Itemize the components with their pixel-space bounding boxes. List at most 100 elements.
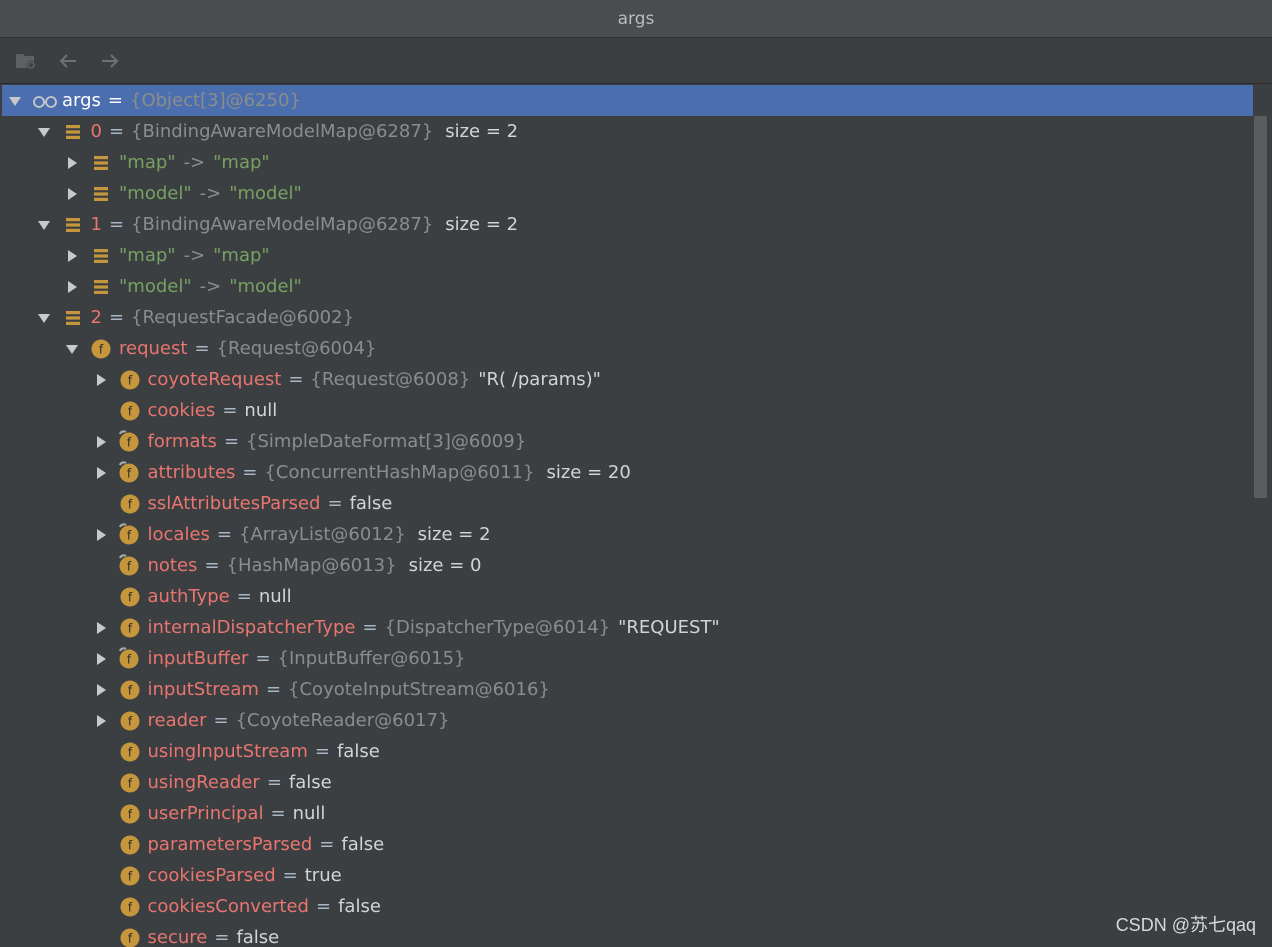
expand-arrow-right-icon[interactable]	[94, 652, 108, 666]
object-reference: {Request@6008}	[310, 369, 471, 390]
tree-row-content: authType = null	[148, 581, 292, 612]
expand-arrow-right-icon[interactable]	[65, 187, 79, 201]
array-icon	[63, 122, 83, 142]
tree-row[interactable]: f authType = null	[2, 581, 1253, 612]
tree-row[interactable]: f inputBuffer = {InputBuffer@6015}	[2, 643, 1253, 674]
expand-arrow-down-icon[interactable]	[37, 125, 51, 139]
tree-row[interactable]: f cookiesConverted = false	[2, 891, 1253, 922]
field-icon: f	[120, 618, 140, 638]
folder-settings-icon[interactable]	[12, 47, 40, 75]
tree-row[interactable]: f parametersParsed = false	[2, 829, 1253, 860]
expand-arrow-right-icon[interactable]	[65, 249, 79, 263]
entry-arrow: ->	[199, 276, 222, 297]
equals-sign: =	[204, 555, 220, 576]
equals-sign: =	[288, 369, 304, 390]
field-icon: f	[120, 897, 140, 917]
equals-sign: =	[216, 524, 232, 545]
tree-row[interactable]: 2 = {RequestFacade@6002}	[2, 302, 1253, 333]
tree-row[interactable]: f usingReader = false	[2, 767, 1253, 798]
expand-arrow-right-icon[interactable]	[94, 435, 108, 449]
object-reference: {DispatcherType@6014}	[384, 617, 611, 638]
equals-sign: =	[108, 214, 125, 235]
variable-name: sslAttributesParsed	[147, 493, 321, 514]
expand-arrow-right-icon[interactable]	[94, 714, 108, 728]
equals-sign: =	[236, 586, 252, 607]
array-icon	[63, 308, 83, 328]
tree-row-content: args = {Object[3]@6250}	[62, 85, 301, 116]
variable-value: null	[292, 803, 326, 824]
forward-arrow-icon[interactable]	[96, 47, 124, 75]
tree-row[interactable]: f inputStream = {CoyoteInputStream@6016}	[2, 674, 1253, 705]
tree-row[interactable]: f cookies = null	[2, 395, 1253, 426]
tree-row[interactable]: args = {Object[3]@6250}	[2, 85, 1253, 116]
variable-name: inputStream	[147, 679, 259, 700]
variable-value: false	[341, 834, 385, 855]
tree-row-content: userPrincipal = null	[148, 798, 326, 829]
tree-row[interactable]: f secure = false	[2, 922, 1253, 947]
expand-arrow-down-icon[interactable]	[37, 218, 51, 232]
toolbar	[0, 38, 1272, 84]
entry-value: "model"	[229, 276, 302, 297]
expand-arrow-down-icon[interactable]	[8, 94, 22, 108]
tree-row-content: notes = {HashMap@6013} size = 0	[148, 550, 482, 581]
tree-row[interactable]: f sslAttributesParsed = false	[2, 488, 1253, 519]
tree-row[interactable]: f coyoteRequest = {Request@6008} "R( /params…	[2, 364, 1253, 395]
final-field-icon: f	[118, 461, 140, 483]
tree-row[interactable]: f notes = {HashMap@6013} size = 0	[2, 550, 1253, 581]
final-field-icon: f	[118, 554, 140, 576]
equals-sign: =	[314, 741, 330, 762]
equals-sign: =	[319, 834, 335, 855]
tree-row[interactable]: "model" -> "model"	[2, 271, 1253, 302]
tree-row-content: formats = {SimpleDateFormat[3]@6009}	[148, 426, 527, 457]
tree-row[interactable]: "map" -> "map"	[2, 147, 1253, 178]
entry-key: "model"	[119, 276, 192, 297]
variable-value: false	[288, 772, 332, 793]
object-reference: {InputBuffer@6015}	[277, 648, 466, 669]
variable-name: request	[119, 338, 188, 359]
scrollbar-thumb[interactable]	[1254, 116, 1267, 498]
back-arrow-icon[interactable]	[54, 47, 82, 75]
tree-row-content: reader = {CoyoteReader@6017}	[148, 705, 450, 736]
expand-arrow-right-icon[interactable]	[65, 156, 79, 170]
tree-row-content: inputStream = {CoyoteInputStream@6016}	[148, 674, 550, 705]
tree-row[interactable]: f reader = {CoyoteReader@6017}	[2, 705, 1253, 736]
variable-name: parametersParsed	[147, 834, 313, 855]
expand-arrow-right-icon[interactable]	[94, 466, 108, 480]
tree-row[interactable]: f locales = {ArrayList@6012} size = 2	[2, 519, 1253, 550]
tree-row[interactable]: "map" -> "map"	[2, 240, 1253, 271]
final-field-icon: f	[118, 430, 140, 452]
expand-arrow-right-icon[interactable]	[94, 621, 108, 635]
variable-value: false	[336, 741, 380, 762]
expand-arrow-right-icon[interactable]	[94, 528, 108, 542]
variable-name: coyoteRequest	[147, 369, 282, 390]
equals-sign: =	[255, 648, 271, 669]
expand-arrow-down-icon[interactable]	[37, 311, 51, 325]
tree-row[interactable]: 0 = {BindingAwareModelMap@6287} size = 2	[2, 116, 1253, 147]
collection-size: size = 20	[546, 462, 631, 483]
entry-key: "model"	[119, 183, 192, 204]
expand-arrow-right-icon[interactable]	[65, 280, 79, 294]
tree-row-content: sslAttributesParsed = false	[148, 488, 393, 519]
field-icon: f	[120, 804, 140, 824]
expand-arrow-right-icon[interactable]	[94, 373, 108, 387]
tree-row[interactable]: f formats = {SimpleDateFormat[3]@6009}	[2, 426, 1253, 457]
tree-row[interactable]: f cookiesParsed = true	[2, 860, 1253, 891]
tree-row-content: cookiesConverted = false	[148, 891, 381, 922]
tree-row[interactable]: f internalDispatcherType = {DispatcherType@…	[2, 612, 1253, 643]
array-icon	[91, 184, 111, 204]
tree-row[interactable]: f request = {Request@6004}	[2, 333, 1253, 364]
variable-name: reader	[147, 710, 207, 731]
equals-sign: =	[282, 865, 298, 886]
debugger-window: args args = {Object[3]@6250} 0 = {BindingAwar…	[0, 0, 1272, 947]
tree-row[interactable]: f attributes = {ConcurrentHashMap@6011} size…	[2, 457, 1253, 488]
expand-arrow-down-icon[interactable]	[65, 342, 79, 356]
tree-row[interactable]: f usingInputStream = false	[2, 736, 1253, 767]
variable-value: true	[304, 865, 342, 886]
tree-row[interactable]: "model" -> "model"	[2, 178, 1253, 209]
variable-value: null	[244, 400, 278, 421]
field-icon: f	[120, 711, 140, 731]
tree-row[interactable]: f userPrincipal = null	[2, 798, 1253, 829]
tree-row-content: secure = false	[148, 922, 280, 947]
expand-arrow-right-icon[interactable]	[94, 683, 108, 697]
tree-row[interactable]: 1 = {BindingAwareModelMap@6287} size = 2	[2, 209, 1253, 240]
